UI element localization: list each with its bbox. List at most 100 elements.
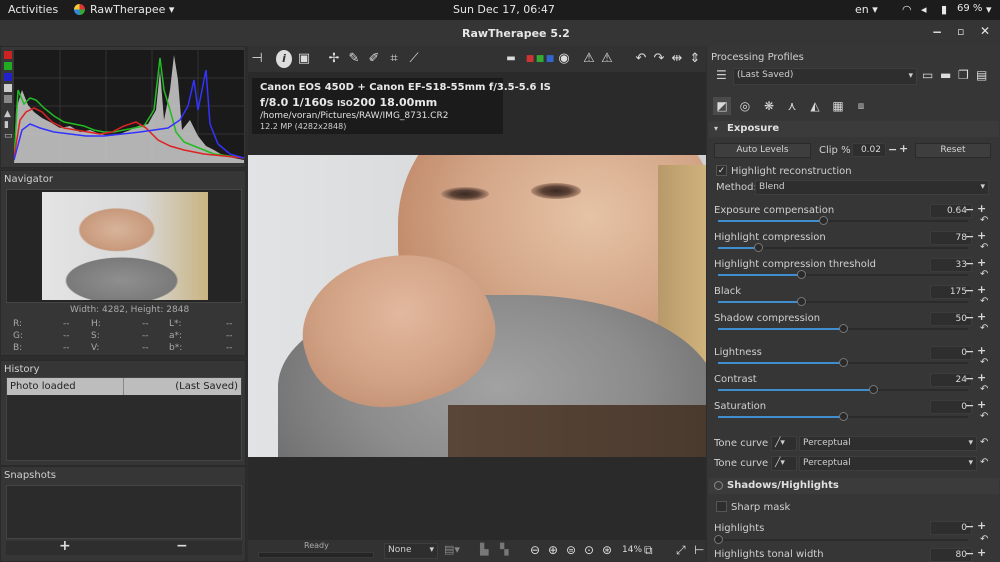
histogram-green-toggle[interactable] [4, 62, 12, 70]
color-picker-icon[interactable]: ✐ [366, 50, 382, 68]
navigator-thumbnail[interactable] [42, 192, 208, 300]
maximize-button[interactable]: ▫ [957, 25, 964, 38]
profile-list-icon[interactable]: ☰ [716, 68, 727, 82]
preview-blue-icon[interactable]: ■ [544, 50, 556, 68]
slider-decrease-button[interactable]: − [965, 257, 974, 270]
slider-reset-icon[interactable]: ↶ [980, 357, 988, 368]
histogram-mode-toggle-icon[interactable]: ▭ [4, 131, 13, 141]
tab-exposure-icon[interactable]: ◩ [713, 97, 731, 115]
histogram-red-toggle[interactable] [4, 51, 12, 59]
tone-curve-1-reset-icon[interactable]: ↶ [980, 437, 988, 448]
battery-icon[interactable]: ▮ [941, 3, 947, 16]
highlights-tonal-width-decrease-button[interactable]: − [965, 547, 974, 560]
tone-curve-1-type-select[interactable]: Perceptual ▾ [799, 436, 977, 451]
clip-increase-button[interactable]: + [899, 142, 908, 155]
slider-decrease-button[interactable]: − [965, 203, 974, 216]
tone-curve-2-reset-icon[interactable]: ↶ [980, 457, 988, 468]
slider-handle[interactable] [796, 270, 806, 279]
focus-mask-icon[interactable]: ◉ [556, 50, 572, 68]
system-menu-chevron-icon[interactable]: ▾ [986, 3, 992, 16]
monitor-profile-icon[interactable]: ▤▾ [444, 543, 460, 556]
preview-mode-icon[interactable]: ▬ [500, 50, 522, 68]
crop-icon[interactable]: ⌗ [386, 50, 402, 68]
clip-decrease-button[interactable]: − [888, 143, 897, 156]
info-icon[interactable]: i [276, 50, 292, 68]
sharp-mask-checkbox[interactable] [716, 501, 727, 512]
image-viewer[interactable]: Canon EOS 450D + Canon EF-S18-55mm f/3.5… [248, 72, 706, 540]
wifi-icon[interactable]: ◠ [902, 3, 912, 16]
histogram-raw-toggle-icon[interactable]: ▲ [4, 109, 11, 119]
slider-handle[interactable] [754, 243, 763, 252]
clock[interactable]: Sun Dec 17, 06:47 [453, 3, 555, 16]
photo-preview[interactable] [248, 155, 706, 457]
shadow-clip-warning-icon[interactable]: ⚠ [581, 50, 597, 68]
zoom-100-icon[interactable]: ⊙ [584, 543, 594, 557]
add-snapshot-button[interactable]: + [59, 538, 71, 554]
slider-decrease-button[interactable]: − [965, 284, 974, 297]
close-button[interactable]: ✕ [980, 24, 990, 38]
slider-handle[interactable] [839, 358, 848, 367]
new-detail-window-icon[interactable]: ⧉ [644, 543, 653, 558]
slider-increase-button[interactable]: + [977, 256, 986, 269]
zoom-in-icon[interactable]: ⊕ [548, 543, 558, 557]
slider-increase-button[interactable]: + [977, 344, 986, 357]
highlights-slider-handle[interactable] [714, 535, 723, 544]
slider-reset-icon[interactable]: ↶ [980, 215, 988, 226]
method-select[interactable]: Blend ▾ [755, 180, 989, 195]
language-menu[interactable]: en ▾ [855, 3, 878, 16]
slider-reset-icon[interactable]: ↶ [980, 323, 988, 334]
highlights-reset-icon[interactable]: ↶ [980, 534, 988, 545]
histogram-bar-toggle-icon[interactable]: ▮ [4, 120, 9, 130]
open-profile-icon[interactable]: ▭ [922, 68, 933, 82]
history-row[interactable]: Photo loaded (Last Saved) [7, 378, 241, 395]
preview-profile-select[interactable]: None ▾ [384, 543, 438, 559]
exposure-collapse-icon[interactable]: ▾ [714, 124, 718, 133]
slider-reset-icon[interactable]: ↶ [980, 384, 988, 395]
highlights-tonal-width-increase-button[interactable]: + [977, 546, 986, 559]
slider-increase-button[interactable]: + [977, 283, 986, 296]
slider-handle[interactable] [869, 385, 878, 394]
slider-reset-icon[interactable]: ↶ [980, 269, 988, 280]
flip-horizontal-icon[interactable]: ⇹ [669, 50, 685, 68]
white-balance-picker-icon[interactable]: ✎ [346, 50, 362, 68]
app-menu[interactable]: RawTherapee ▾ [90, 3, 174, 16]
slider-increase-button[interactable]: + [977, 371, 986, 384]
zoom-fit-crop-icon[interactable]: ⊛ [602, 543, 612, 557]
slider-decrease-button[interactable]: − [965, 372, 974, 385]
histogram-chroma-toggle[interactable] [4, 95, 12, 103]
highlight-reconstruction-checkbox[interactable]: ✓ [716, 165, 727, 176]
highlights-increase-button[interactable]: + [977, 519, 986, 532]
slider-increase-button[interactable]: + [977, 398, 986, 411]
tab-detail-icon[interactable]: ◎ [736, 97, 754, 115]
flip-vertical-icon[interactable]: ⇕ [687, 50, 703, 68]
slider-handle[interactable] [839, 412, 848, 421]
slider-decrease-button[interactable]: − [965, 230, 974, 243]
copy-profile-icon[interactable]: ❐ [958, 68, 969, 82]
slider-handle[interactable] [819, 216, 828, 225]
shadows-highlights-enable-toggle[interactable] [714, 481, 723, 490]
slider-reset-icon[interactable]: ↶ [980, 411, 988, 422]
soft-proof-icon[interactable]: ▙ [480, 543, 488, 556]
toggle-left-panel-icon[interactable]: ⊣ [250, 50, 264, 68]
hand-tool-icon[interactable]: ✢ [326, 50, 342, 68]
tab-wavelet-icon[interactable]: ⋏ [783, 97, 801, 115]
rotate-left-icon[interactable]: ↶ [633, 50, 649, 68]
processing-profile-select[interactable]: (Last Saved) ▾ [733, 68, 917, 85]
gamut-check-icon[interactable]: ▚ [500, 543, 508, 556]
histogram-blue-toggle[interactable] [4, 73, 12, 81]
highlights-slider-track[interactable] [718, 539, 968, 541]
slider-increase-button[interactable]: + [977, 229, 986, 242]
clip-input[interactable]: 0.02 [852, 143, 886, 157]
slider-decrease-button[interactable]: − [965, 399, 974, 412]
tone-curve-1-editor[interactable]: ╱▾ [771, 436, 797, 451]
histogram-luminance-toggle[interactable] [4, 84, 12, 92]
zoom-fit-icon[interactable]: ⊜ [566, 543, 576, 557]
save-profile-icon[interactable]: ▬ [940, 68, 951, 82]
remove-snapshot-button[interactable]: − [176, 538, 188, 554]
slider-reset-icon[interactable]: ↶ [980, 242, 988, 253]
auto-levels-button[interactable]: Auto Levels [714, 143, 811, 158]
slider-handle[interactable] [796, 297, 806, 306]
slider-increase-button[interactable]: + [977, 202, 986, 215]
tab-raw-icon[interactable]: ▦ [829, 97, 847, 115]
reset-button[interactable]: Reset [915, 143, 991, 158]
